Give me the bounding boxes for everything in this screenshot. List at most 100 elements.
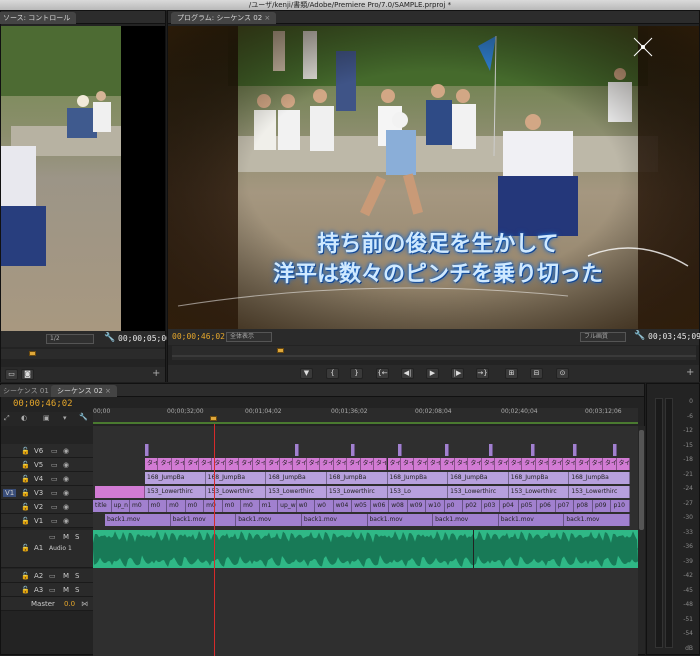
v6-clip-marker[interactable] <box>145 444 149 456</box>
v1-clip[interactable]: back1.mov <box>301 514 368 526</box>
v2-clip[interactable]: p06 <box>537 500 556 512</box>
step-back-button[interactable]: ◀| <box>401 368 414 379</box>
v2-clip[interactable]: p03 <box>481 500 501 512</box>
source-playhead[interactable] <box>29 351 36 356</box>
go-to-out-button[interactable]: →} <box>476 368 489 379</box>
play-button[interactable]: ▶ <box>426 368 439 379</box>
v2-clip[interactable]: m0 <box>241 500 260 512</box>
v2-clip[interactable]: p07 <box>555 500 575 512</box>
v2-clip[interactable]: m1 <box>259 500 279 512</box>
v5-clip[interactable]: タイ <box>171 458 186 470</box>
v3-clip[interactable]: 153_Lowerthirc <box>448 486 509 498</box>
v3-clip[interactable]: 153_Lowerthirc <box>266 486 327 498</box>
lock-icon[interactable]: 🔓 <box>21 461 30 469</box>
toggle-output-icon[interactable]: ▭ <box>51 475 58 483</box>
v4-clip[interactable]: 168_JumpBa <box>569 472 630 484</box>
v4-clip[interactable]: 168_JumpBa <box>145 472 206 484</box>
program-mini-ruler[interactable] <box>172 346 696 360</box>
toggle-output-icon[interactable]: ▭ <box>51 447 58 455</box>
v5-clip[interactable]: タイ <box>616 458 630 470</box>
lock-icon[interactable]: 🔓 <box>21 544 30 552</box>
v1-clip[interactable]: back1.mov <box>564 514 630 526</box>
lock-icon[interactable]: 🔓 <box>21 572 30 580</box>
audio-clip-a1[interactable] <box>93 530 638 568</box>
program-add-button-icon[interactable]: + <box>686 367 694 378</box>
v5-clip[interactable]: タイ <box>293 458 307 470</box>
toggle-output-icon[interactable]: ▭ <box>51 517 58 525</box>
v2-clip[interactable]: p08 <box>574 500 593 512</box>
v5-clip[interactable]: タイ <box>374 458 388 470</box>
mute-button[interactable]: M <box>63 572 69 580</box>
solo-button[interactable]: S <box>75 533 79 541</box>
source-patch-v1[interactable]: V1 <box>3 489 17 497</box>
snap-icon[interactable]: ⤢ <box>4 414 10 423</box>
extract-button[interactable]: ⊟ <box>530 368 543 379</box>
v5-clip[interactable]: タイ <box>320 458 334 470</box>
tab-sequence-01[interactable]: シーケンス 01 <box>0 385 55 397</box>
lock-icon[interactable]: 🔓 <box>21 447 30 455</box>
timeline-playhead-marker[interactable] <box>210 416 217 421</box>
program-current-timecode[interactable]: 00;00;46;02 <box>172 331 225 343</box>
v2-clip[interactable]: p02 <box>463 500 482 512</box>
v5-clip[interactable]: タイ <box>279 458 294 470</box>
v5-clip[interactable]: タイ <box>454 458 469 470</box>
v2-clip[interactable]: w0 <box>315 500 334 512</box>
v5-clip[interactable]: タイ <box>266 458 280 470</box>
v6-clip-marker[interactable] <box>573 444 577 456</box>
wrench-icon[interactable]: 🔧 <box>104 333 115 343</box>
v6-clip-marker[interactable] <box>531 444 535 456</box>
lock-icon[interactable]: 🔓 <box>21 503 30 511</box>
v2-clip[interactable]: p09 <box>592 500 612 512</box>
v2-clip[interactable]: p04 <box>500 500 519 512</box>
v3-clip[interactable]: 153_Lowerthirc <box>508 486 570 498</box>
v5-clip[interactable]: タイ <box>589 458 604 470</box>
mark-out-button[interactable]: } <box>350 368 363 379</box>
v2-clip[interactable]: m0 <box>222 500 242 512</box>
speaker-icon[interactable]: ▭ <box>49 533 56 541</box>
v5-clip[interactable]: タイ <box>360 458 375 470</box>
source-export-button[interactable]: ▭ <box>5 369 18 380</box>
step-forward-button[interactable]: |▶ <box>451 368 464 379</box>
v5-clip[interactable]: タイ <box>333 458 348 470</box>
marker-icon[interactable]: ▾ <box>63 414 67 422</box>
v5-clip[interactable]: タイ <box>495 458 509 470</box>
v5-clip[interactable]: タイ <box>239 458 253 470</box>
v2-clip[interactable]: w06 <box>370 500 390 512</box>
speaker-icon[interactable]: ▭ <box>49 586 56 594</box>
v2-clip[interactable]: p0 <box>444 500 464 512</box>
v3-clip[interactable]: 153_Lo <box>387 486 449 498</box>
go-to-in-button[interactable]: {← <box>376 368 389 379</box>
v6-clip-marker[interactable] <box>613 444 617 456</box>
tab-source[interactable]: ソース: コントロール <box>0 12 77 24</box>
eye-icon[interactable]: ◉ <box>63 447 69 455</box>
mute-button[interactable]: M <box>63 586 69 594</box>
v5-clip[interactable]: タイ <box>158 458 172 470</box>
speaker-icon[interactable]: ▭ <box>49 572 56 580</box>
v6-clip-marker[interactable] <box>398 444 402 456</box>
v3-clip[interactable]: 153_Lowerthirc <box>145 486 206 498</box>
program-playhead[interactable] <box>277 348 284 353</box>
add-marker-button[interactable]: ▼ <box>300 368 313 379</box>
eye-icon[interactable]: ◉ <box>63 503 69 511</box>
v2-clip[interactable]: w0 <box>296 500 316 512</box>
v6-clip-marker[interactable] <box>295 444 299 456</box>
tab-program[interactable]: プログラム: シーケンス 02 × <box>171 12 277 24</box>
timeline-timecode[interactable]: 00;00;46;02 <box>13 398 73 410</box>
eye-icon[interactable]: ◉ <box>63 517 69 525</box>
v2-clip[interactable]: w04 <box>333 500 353 512</box>
source-camera-button[interactable]: ◙ <box>21 369 34 380</box>
lock-icon[interactable]: 🔓 <box>21 475 30 483</box>
lock-icon[interactable]: 🔓 <box>21 517 30 525</box>
timeline-ruler[interactable]: 00;00 00;00;32;00 00;01;04;02 00;01;36;0… <box>93 408 638 424</box>
v5-clip[interactable]: タイ <box>522 458 536 470</box>
v2-clip[interactable]: up_w <box>278 500 297 512</box>
v5-clip[interactable]: タイ <box>414 458 428 470</box>
v3-clip[interactable]: 153_Lowerthirc <box>326 486 388 498</box>
toggle-output-icon[interactable]: ▭ <box>51 489 58 497</box>
v2-clip[interactable]: m0 <box>130 500 149 512</box>
v3-clip-start[interactable] <box>95 486 145 498</box>
v5-clip[interactable]: タイ <box>535 458 550 470</box>
v5-clip[interactable]: タイ <box>306 458 321 470</box>
v2-clip[interactable]: m0 <box>167 500 186 512</box>
solo-button[interactable]: S <box>75 572 79 580</box>
